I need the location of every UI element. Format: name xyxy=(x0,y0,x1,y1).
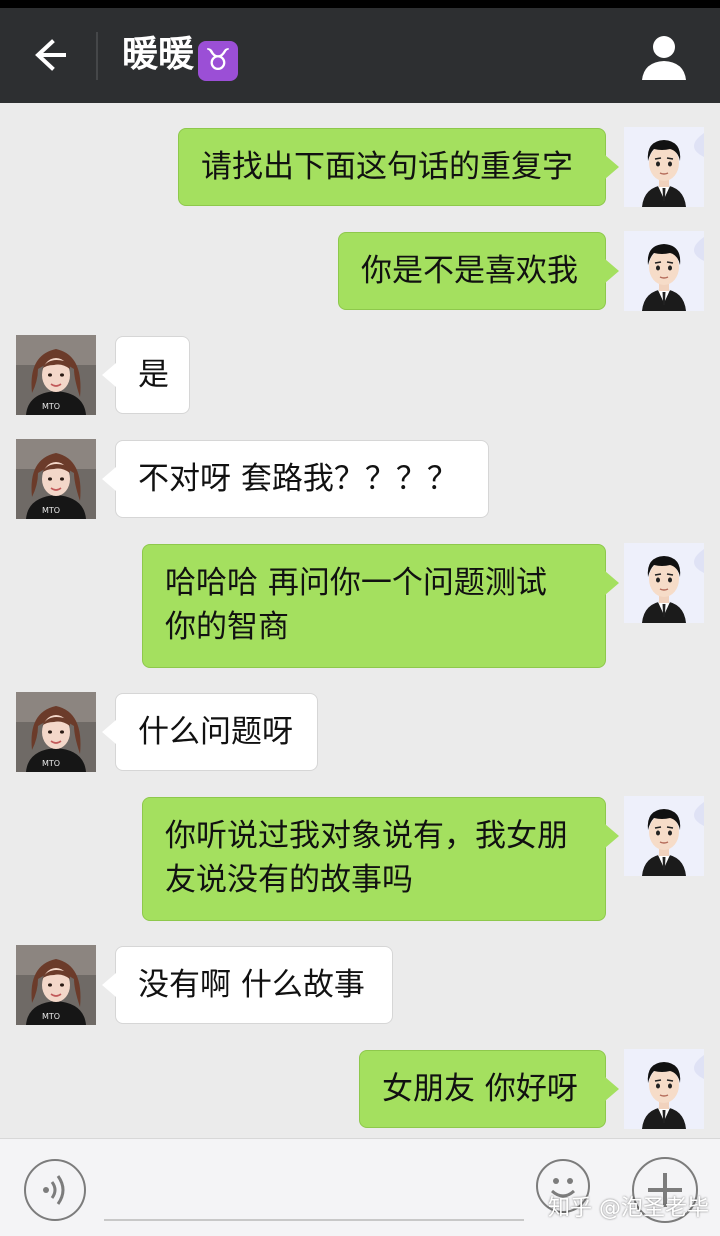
contact-avatar[interactable] xyxy=(16,439,96,519)
chat-title: 暖暖 ♉ xyxy=(122,30,239,81)
message-text: 什么问题呀 xyxy=(138,714,293,750)
watermark: 知乎 @泡圣老毕 xyxy=(548,1196,709,1221)
contact-avatar[interactable] xyxy=(16,692,96,772)
my-avatar[interactable] xyxy=(624,231,704,311)
incoming-message[interactable]: 是 xyxy=(102,336,190,414)
outgoing-message[interactable]: 女朋友 你好呀 xyxy=(359,1050,619,1128)
header-divider xyxy=(96,32,98,80)
contact-avatar[interactable] xyxy=(16,335,96,415)
arrow-left-icon xyxy=(35,39,66,71)
message-text: 你是不是喜欢我 xyxy=(361,253,578,289)
message-text: 女朋友 你好呀 xyxy=(382,1071,578,1107)
taurus-sign-icon: ♉ xyxy=(198,41,239,81)
message-text: 没有啊 什么故事 xyxy=(138,967,365,1003)
message-input[interactable] xyxy=(104,1157,524,1221)
incoming-message[interactable]: 不对呀 套路我？？？？ xyxy=(102,440,489,518)
message-text-line: 哈哈哈 再问你一个问题测试 xyxy=(165,565,547,601)
voice-icon xyxy=(43,1175,65,1205)
outgoing-message[interactable]: 你是不是喜欢我 xyxy=(338,232,619,310)
voice-button[interactable] xyxy=(24,1159,86,1221)
contact-avatar[interactable] xyxy=(16,945,96,1025)
message-text-line: 你听说过我对象说有，我女朋 xyxy=(165,818,568,854)
my-avatar[interactable] xyxy=(624,543,704,623)
person-icon xyxy=(642,36,686,80)
outgoing-message[interactable]: 你听说过我对象说有，我女朋 友说没有的故事吗 xyxy=(142,797,619,921)
my-avatar[interactable] xyxy=(624,796,704,876)
back-button[interactable] xyxy=(22,30,76,80)
chat-header: 暖暖 ♉ xyxy=(0,8,720,103)
message-text: 是 xyxy=(138,357,169,393)
my-avatar[interactable] xyxy=(624,127,704,207)
status-bar xyxy=(0,0,720,8)
message-text-line: 你的智商 xyxy=(165,609,289,645)
message-text: 不对呀 套路我？？？？ xyxy=(138,461,458,497)
outgoing-message[interactable]: 哈哈哈 再问你一个问题测试 你的智商 xyxy=(142,544,619,668)
my-avatar[interactable] xyxy=(624,1049,704,1129)
incoming-message[interactable]: 什么问题呀 xyxy=(102,693,318,771)
outgoing-message[interactable]: 请找出下面这句话的重复字 xyxy=(178,128,619,206)
contact-name: 暖暖 xyxy=(122,34,195,75)
incoming-message[interactable]: 没有啊 什么故事 xyxy=(102,946,393,1024)
message-text: 请找出下面这句话的重复字 xyxy=(201,149,573,185)
chat-info-button[interactable] xyxy=(636,30,692,84)
message-text-line: 友说没有的故事吗 xyxy=(165,862,413,898)
